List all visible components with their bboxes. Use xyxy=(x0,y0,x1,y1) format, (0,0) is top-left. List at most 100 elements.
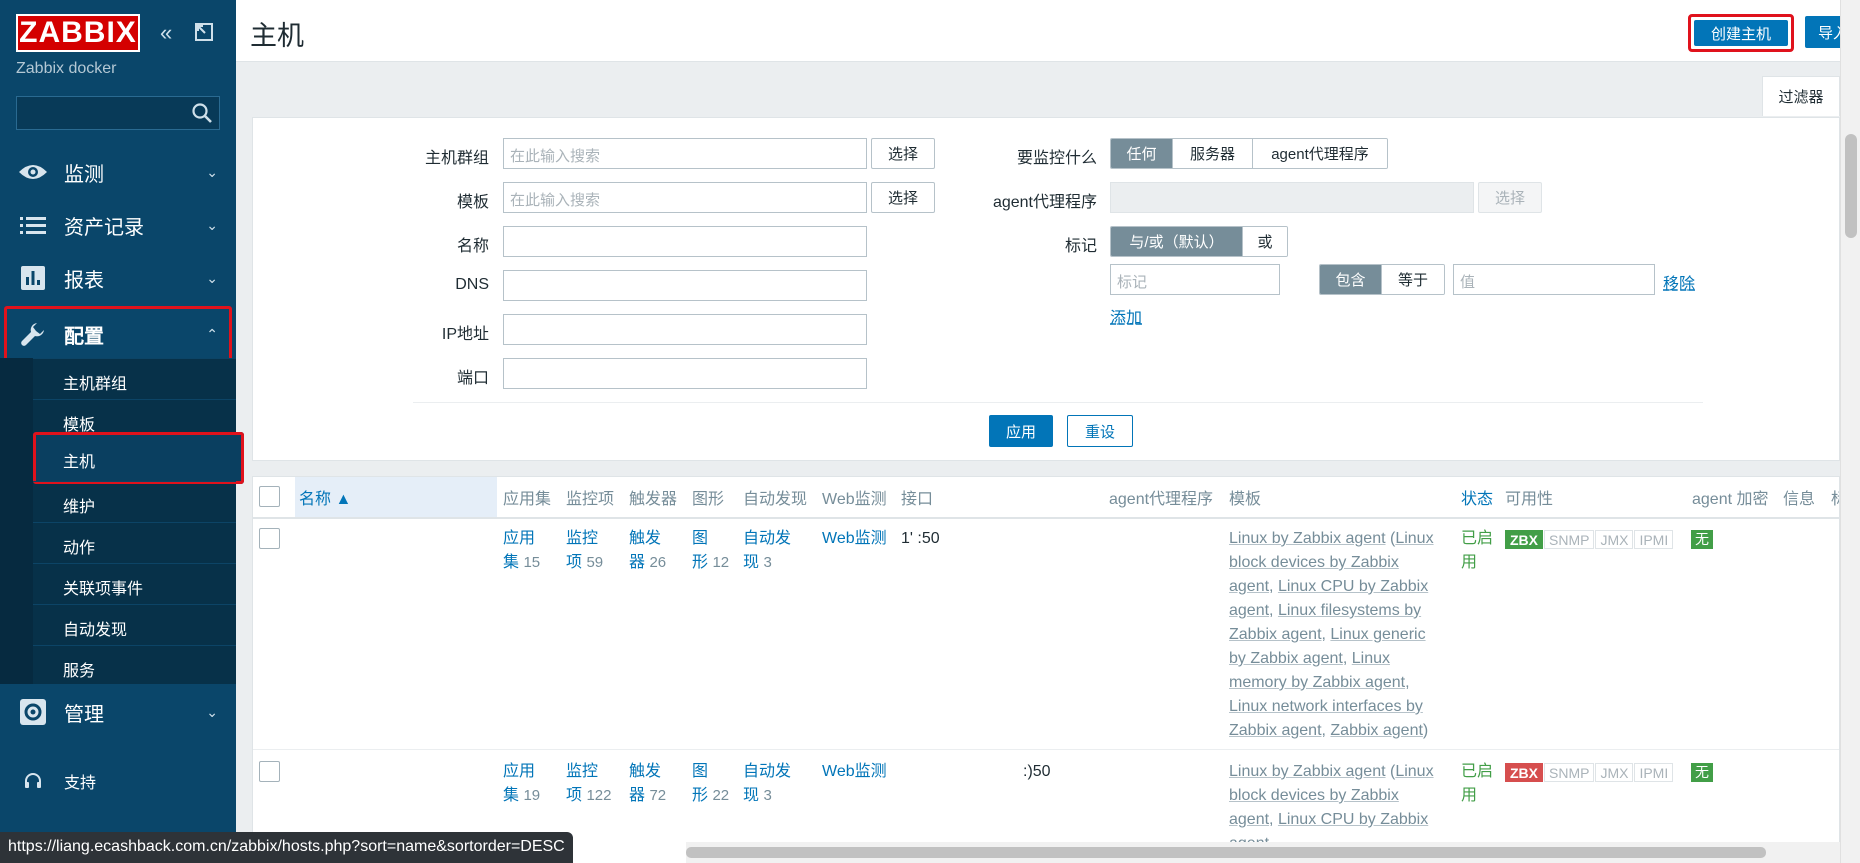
monitored-server-option[interactable]: 服务器 xyxy=(1173,139,1253,168)
tag-add-link[interactable]: 添加 xyxy=(1110,304,1142,328)
th-interface: 接口 xyxy=(901,491,934,508)
apply-button[interactable]: 应用 xyxy=(989,415,1053,447)
submenu-indent xyxy=(0,358,33,684)
logo-text: ZABBIX xyxy=(19,16,137,49)
proxy-select-button: 选择 xyxy=(1478,182,1542,213)
ipmi-badge: IPMI xyxy=(1634,530,1674,549)
template-link[interactable]: Zabbix agent xyxy=(1330,722,1423,739)
triggers-link[interactable]: 触发器 72 xyxy=(629,760,666,808)
graphs-link[interactable]: 图形 22 xyxy=(692,760,729,808)
discovery-link[interactable]: 自动发现 3 xyxy=(743,760,791,808)
th-proxy: agent代理程序 xyxy=(1109,491,1214,508)
chevron-down-icon: ⌄ xyxy=(206,164,218,180)
monitored-any-option[interactable]: 任何 xyxy=(1111,139,1173,168)
submenu-label: 动作 xyxy=(63,540,96,557)
monitored-proxy-option[interactable]: agent代理程序 xyxy=(1253,139,1387,168)
submenu-services[interactable]: 服务 xyxy=(33,645,236,686)
create-host-button[interactable]: 创建主机 xyxy=(1694,20,1788,46)
graphs-link[interactable]: 图形 12 xyxy=(692,527,729,575)
templates-input[interactable]: 在此输入搜索 xyxy=(503,182,867,213)
tags-label: 标记 xyxy=(1064,238,1097,255)
tag-equals-option[interactable]: 等于 xyxy=(1382,265,1444,294)
snmp-badge: SNMP xyxy=(1544,763,1595,782)
dns-input[interactable] xyxy=(503,270,867,301)
page-header: 主机 创建主机 导入 xyxy=(236,0,1855,62)
template-link[interactable]: Linux by Zabbix agent xyxy=(1229,530,1386,547)
tag-value-input[interactable]: 值 xyxy=(1453,264,1655,295)
host-groups-select-button[interactable]: 选择 xyxy=(871,138,935,169)
th-templates: 模板 xyxy=(1229,491,1262,508)
tag-name-input[interactable]: 标记 xyxy=(1110,264,1280,295)
menu-configuration[interactable]: 配置 ⌃ xyxy=(4,306,232,362)
menu-label: 配置 xyxy=(64,325,104,348)
items-link[interactable]: 监控项 122 xyxy=(566,760,612,808)
th-discovery: 自动发现 xyxy=(743,491,808,508)
scroll-thumb[interactable] xyxy=(686,847,1766,858)
menu-support[interactable]: 支持 xyxy=(0,756,236,806)
th-status[interactable]: 状态 xyxy=(1461,477,1493,517)
chevron-down-icon: ⌄ xyxy=(206,217,218,233)
availability-badges: ZBX SNMP JMX IPMI xyxy=(1505,763,1674,782)
kiosk-mode-icon[interactable] xyxy=(194,22,214,46)
menu-inventory[interactable]: 资产记录 ⌄ xyxy=(0,199,236,251)
templates-list: Linux by Zabbix agent (Linux block devic… xyxy=(1229,530,1434,739)
select-all-checkbox[interactable] xyxy=(259,486,280,507)
th-name[interactable]: 名称 ▲ xyxy=(299,477,351,517)
submenu-actions[interactable]: 动作 xyxy=(33,522,236,563)
search-icon[interactable] xyxy=(191,102,213,124)
applications-link[interactable]: 应用集 19 xyxy=(503,760,540,808)
name-input[interactable] xyxy=(503,226,867,257)
port-input[interactable] xyxy=(503,358,867,389)
snmp-badge: SNMP xyxy=(1544,530,1595,549)
tag-contains-option[interactable]: 包含 xyxy=(1320,265,1382,294)
scroll-thumb[interactable] xyxy=(1845,134,1857,238)
gear-icon xyxy=(18,699,48,725)
menu-monitoring[interactable]: 监测 ⌄ xyxy=(0,146,236,198)
vertical-scrollbar[interactable] xyxy=(1840,0,1860,863)
filter-tab[interactable]: 过滤器 xyxy=(1762,76,1840,116)
row-checkbox[interactable] xyxy=(259,528,280,549)
web-link[interactable]: Web监测 xyxy=(822,760,887,784)
jmx-badge: JMX xyxy=(1595,530,1634,549)
reset-button[interactable]: 重设 xyxy=(1067,415,1133,447)
submenu-discovery[interactable]: 自动发现 xyxy=(33,604,236,645)
template-link[interactable]: Linux by Zabbix agent xyxy=(1229,763,1386,780)
discovery-link[interactable]: 自动发现 3 xyxy=(743,527,791,575)
header-divider xyxy=(253,517,1839,519)
templates-select-button[interactable]: 选择 xyxy=(871,182,935,213)
tags-andor-option[interactable]: 与/或（默认） xyxy=(1111,227,1243,256)
chevron-down-icon: ⌄ xyxy=(206,704,218,720)
submenu-host-groups[interactable]: 主机群组 xyxy=(33,358,236,399)
status-toggle[interactable]: 已启用 xyxy=(1461,527,1501,575)
sidebar-search-input[interactable] xyxy=(16,96,220,130)
double-chevron-left-icon[interactable]: « xyxy=(160,22,172,44)
interface-value: :)50 xyxy=(1023,763,1051,780)
zabbix-logo[interactable]: ZABBIX xyxy=(16,14,140,52)
th-triggers: 触发器 xyxy=(629,491,678,508)
items-link[interactable]: 监控项 59 xyxy=(566,527,603,575)
status-toggle[interactable]: 已启用 xyxy=(1461,760,1501,808)
applications-link[interactable]: 应用集 15 xyxy=(503,527,540,575)
menu-label: 资产记录 xyxy=(64,216,144,239)
web-link[interactable]: Web监测 xyxy=(822,527,887,551)
ip-input[interactable] xyxy=(503,314,867,345)
th-availability: 可用性 xyxy=(1505,491,1554,508)
templates-label: 模板 xyxy=(456,194,489,211)
host-groups-input[interactable]: 在此输入搜索 xyxy=(503,138,867,169)
tag-remove-link[interactable]: 移除 xyxy=(1663,270,1695,294)
triggers-link[interactable]: 触发器 26 xyxy=(629,527,666,575)
row-checkbox[interactable] xyxy=(259,761,280,782)
menu-administration[interactable]: 管理 ⌄ xyxy=(0,686,236,738)
menu-label: 支持 xyxy=(64,775,97,792)
menu-reports[interactable]: 报表 ⌄ xyxy=(0,252,236,304)
submenu-correlation[interactable]: 关联项事件 xyxy=(33,563,236,604)
submenu-maintenance[interactable]: 维护 xyxy=(33,481,236,522)
proxy-label: agent代理程序 xyxy=(992,194,1097,211)
ip-label: IP地址 xyxy=(441,326,489,343)
submenu-hosts[interactable]: 主机 xyxy=(33,432,244,484)
port-label: 端口 xyxy=(456,370,489,387)
encryption-badge: 无 xyxy=(1691,763,1713,782)
horizontal-scrollbar[interactable] xyxy=(686,842,1840,863)
tags-or-option[interactable]: 或 xyxy=(1243,227,1287,256)
eye-icon xyxy=(18,159,48,185)
